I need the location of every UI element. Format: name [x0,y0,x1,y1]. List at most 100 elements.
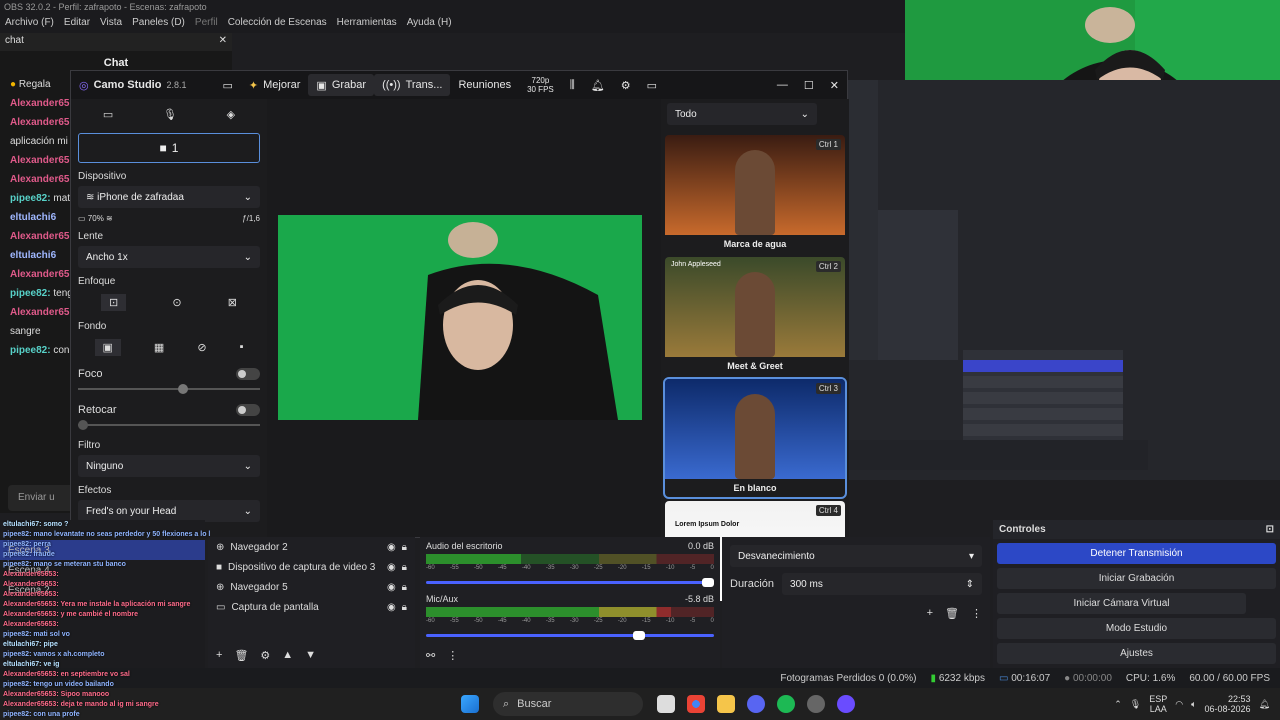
app-icon[interactable] [807,695,825,713]
minimize-icon[interactable]: — [769,79,796,91]
gear-icon[interactable]: ⚙ [613,79,639,92]
menu-item[interactable]: Paneles (D) [127,15,190,33]
control-button[interactable]: Modo Estudio [997,618,1276,639]
camo-icon[interactable] [837,695,855,713]
menu-item[interactable]: Vista [95,15,127,33]
chat-username[interactable]: Alexander65 [10,307,69,318]
duration-input[interactable]: 300 ms ⇕ [782,573,982,595]
chat-username[interactable]: Alexander65 [10,98,69,109]
spotify-icon[interactable] [777,695,795,713]
trash-icon[interactable]: 🗑︎ [945,607,959,620]
chat-username[interactable]: eltulachi6 [10,250,56,261]
columns-icon[interactable]: ⫼ [562,79,583,92]
foco-toggle[interactable] [236,368,260,380]
chat-username[interactable]: Alexander65 [10,231,69,242]
maximize-icon[interactable]: ☐ [796,79,822,92]
add-icon[interactable]: + [216,649,222,662]
layers-icon[interactable]: ◈ [227,108,235,121]
chrome-icon[interactable] [687,695,705,713]
bg-blur-icon[interactable]: ▦ [154,341,164,354]
chat-username[interactable]: Alexander65 [10,174,69,185]
menu-item[interactable]: Perfil [190,15,223,33]
notification-icon[interactable]: 🔔︎ [1259,699,1270,710]
chat-username[interactable]: pipee82: [10,345,51,356]
transition-select[interactable]: Desvanecimiento ▾ [730,545,982,567]
focus-auto-icon[interactable]: ⊙ [172,296,181,309]
control-button[interactable]: Iniciar Cámara Virtual [997,593,1246,614]
lock-icon[interactable]: 🔒︎ [402,602,407,613]
scene-item[interactable]: Escena 3 [0,540,205,560]
focus-manual-icon[interactable]: ⊠ [228,296,237,309]
overlay-card[interactable]: Ctrl 2 John Appleseed Meet & Greet [665,257,845,375]
chat-username[interactable]: pipee82: [10,288,51,299]
chat-username[interactable]: Alexander65 [10,117,69,128]
microphone-icon[interactable]: 🎙︎ [1130,699,1141,710]
chat-username[interactable]: eltulachi6 [10,212,56,223]
menu-item[interactable]: Herramientas [332,15,402,33]
eye-icon[interactable]: ◉ [387,562,396,573]
video-icon[interactable]: ▭ [103,108,113,121]
panel-icon[interactable]: ▭ [639,79,665,92]
link-icon[interactable]: ⚯ [426,649,435,662]
menu-item[interactable]: Colección de Escenas [223,15,332,33]
focus-face-icon[interactable]: ⊡ [101,293,127,311]
device-select[interactable]: ≋ iPhone de zafradaa ⌄ [78,186,260,208]
source-item[interactable]: ⊕ Navegador 5 ◉ 🔒︎ [208,577,415,597]
bell-icon[interactable]: 🔔︎ [583,79,613,92]
add-icon[interactable]: + [927,607,933,620]
down-arrow-icon[interactable]: ▼ [305,649,316,662]
menu-item[interactable]: Ayuda (H) [402,15,457,33]
more-icon[interactable]: ⋮ [447,649,458,662]
retocar-slider[interactable] [78,420,260,430]
control-button[interactable]: Ajustes [997,643,1276,664]
record-button[interactable]: ▣ Grabar [308,74,375,96]
microphone-icon[interactable]: 🎙︎ [163,108,177,121]
lock-icon[interactable]: 🔒︎ [402,562,407,573]
up-arrow-icon[interactable]: ▲ [282,649,293,662]
camera-select-button[interactable]: ■ 1 [78,133,260,163]
eye-icon[interactable]: ◉ [387,602,396,613]
dock-icon[interactable]: ⊡ [1266,524,1274,535]
menu-item[interactable]: Editar [59,15,95,33]
bg-none-icon[interactable]: ▣ [94,338,121,356]
improve-button[interactable]: ✦ Mejorar [241,79,309,92]
overlay-filter-select[interactable]: Todo ⌄ [667,103,817,125]
overlay-card[interactable]: Ctrl 1 Marca de agua [665,135,845,253]
overlay-card[interactable]: Ctrl 3 En blanco [663,377,847,499]
foco-slider[interactable] [78,384,260,394]
meetings-button[interactable]: Reuniones [450,79,519,91]
source-item[interactable]: ⊕ Navegador 2 ◉ 🔒︎ [208,537,415,557]
scene-item[interactable]: Escena 4 [0,560,205,580]
eye-icon[interactable]: ◉ [387,582,396,593]
source-item[interactable]: ▭ Captura de pantalla ◉ 🔒︎ [208,597,415,617]
wifi-icon[interactable]: ◠ [1175,699,1183,710]
sidebar-toggle-icon[interactable]: ▭ [214,79,240,92]
windows-start-icon[interactable] [461,695,479,713]
gear-icon[interactable]: ⚙ [260,649,270,662]
close-icon[interactable]: ✕ [822,79,847,92]
lock-icon[interactable]: 🔒︎ [402,542,407,553]
chat-username[interactable]: Alexander65 [10,155,69,166]
effects-select[interactable]: Fred's on your Head ⌄ [78,500,260,522]
control-button[interactable]: Iniciar Grabación [997,568,1276,589]
volume-fader[interactable] [426,578,715,587]
retocar-toggle[interactable] [236,404,260,416]
clock[interactable]: 22:53 06-08-2026 [1205,694,1251,714]
taskbar-search[interactable]: ⌕ Buscar [493,692,643,716]
chevron-up-icon[interactable]: ⌃ [1114,699,1122,710]
source-item[interactable]: ■ Dispositivo de captura de video 3 ◉ 🔒︎ [208,557,415,577]
lock-icon[interactable]: 🔒︎ [402,582,407,593]
chat-username[interactable]: Alexander65 [10,269,69,280]
fader-knob[interactable] [702,578,715,587]
bg-replace-icon[interactable]: ▪ [240,341,244,353]
volume-fader[interactable] [426,631,714,640]
more-icon[interactable]: ⋮ [971,607,982,620]
bg-remove-icon[interactable]: ⊘ [197,341,206,354]
chat-username[interactable]: pipee82: [10,193,51,204]
trash-icon[interactable]: 🗑︎ [234,649,248,662]
scene-item[interactable]: Escena 2 [0,580,205,600]
close-icon[interactable]: ✕ [219,35,227,49]
resolution-indicator[interactable]: 720p 30 FPS [519,76,562,94]
filter-select[interactable]: Ninguno ⌄ [78,455,260,477]
control-button[interactable]: Detener Transmisión [997,543,1276,564]
